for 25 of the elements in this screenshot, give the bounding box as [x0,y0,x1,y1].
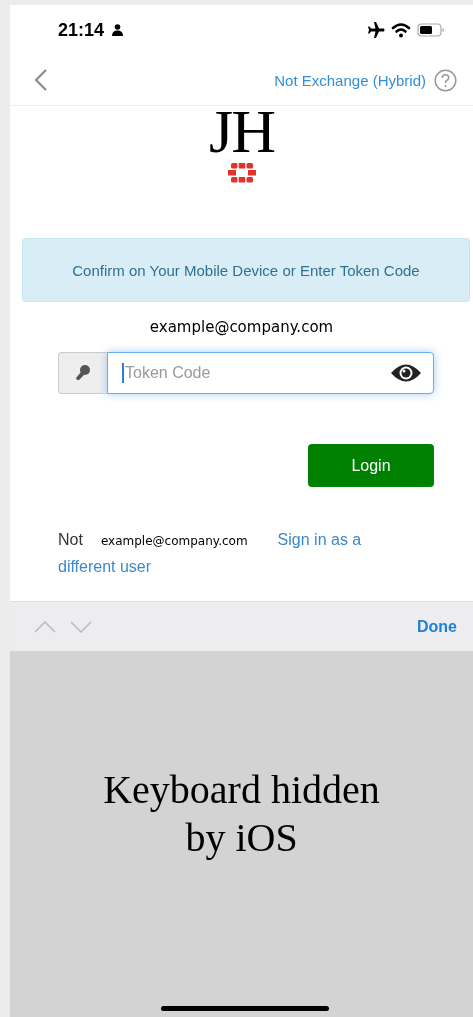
airplane-icon [367,22,385,38]
battery-icon [417,23,445,37]
back-icon[interactable] [34,68,48,92]
done-button[interactable]: Done [417,617,457,636]
status-time: 21:14 [58,19,105,41]
chevron-up-icon[interactable] [34,620,56,633]
help-icon[interactable] [434,68,457,92]
nav-title-link[interactable]: Not Exchange (Hybrid) [274,71,426,89]
info-alert: Confirm on Your Mobile Device or Enter Token Code [22,238,470,302]
wifi-icon [391,22,411,38]
text-cursor [122,363,124,383]
chevron-down-icon[interactable] [70,620,92,633]
person-icon [112,24,124,36]
token-code-field[interactable]: Token Code [107,352,434,394]
user-email: example@company.com [148,318,335,338]
sign-in-different-user-link[interactable]: Sign in as a [277,527,362,553]
eye-icon[interactable] [390,362,422,384]
signed-in-email: example@company.com [100,533,248,550]
key-icon [76,365,90,381]
logo-text: JH [209,106,274,161]
grid-logo-icon [227,163,256,183]
login-button[interactable]: Login [308,444,434,487]
not-label: Not [58,530,83,550]
keyboard-note: Keyboard hidden by iOS [102,766,381,862]
sign-in-different-user-link[interactable]: different user [58,554,152,580]
